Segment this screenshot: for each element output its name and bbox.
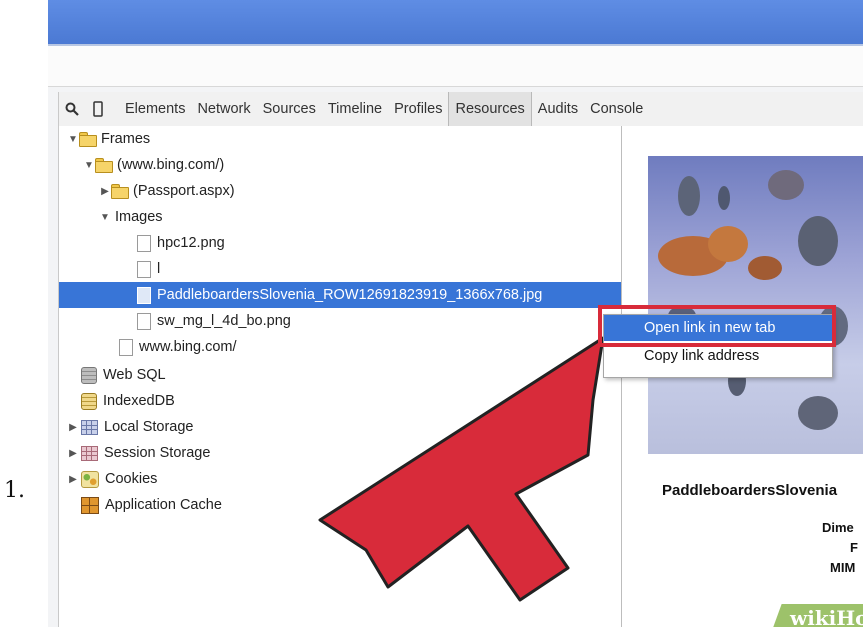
highlight-box [598,305,836,347]
step-number: 1. [4,478,25,503]
red-arrow-icon [318,336,605,602]
